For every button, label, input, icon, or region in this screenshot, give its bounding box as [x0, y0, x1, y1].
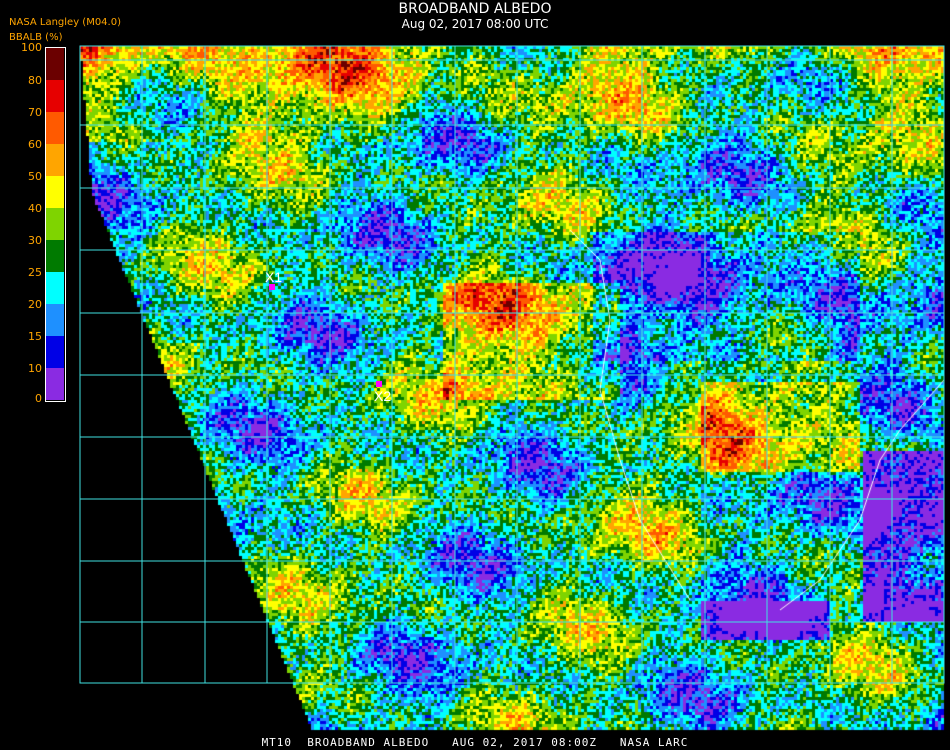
marker-x1-label: X1	[265, 269, 282, 285]
map-overlay: X1 X2	[79, 45, 945, 684]
colorbar-tick: 100	[21, 41, 42, 54]
source-label: NASA Langley (M04.0)	[9, 17, 121, 28]
colorbar-tick: 40	[28, 202, 42, 215]
lat-lon-grid	[79, 45, 945, 684]
colorbar-tick: 30	[28, 234, 42, 247]
colorbar-tick: 70	[28, 106, 42, 119]
colorbar-tick: 60	[28, 138, 42, 151]
grid-frame	[79, 45, 945, 684]
colorbar-frame	[45, 47, 66, 402]
colorbar-tick: 20	[28, 298, 42, 311]
marker-x2-dot	[376, 381, 382, 387]
marker-x2[interactable]: X2	[374, 381, 391, 404]
map-timestamp: Aug 02, 2017 08:00 UTC	[401, 17, 549, 31]
colorbar-tick: 80	[28, 74, 42, 87]
footer-caption: MT10 BROADBAND ALBEDO AUG 02, 2017 08:00…	[261, 736, 689, 749]
marker-x2-label: X2	[374, 388, 391, 404]
colorbar-tick: 15	[28, 330, 42, 343]
colorbar-tick: 10	[28, 362, 42, 375]
map-title: BROADBAND ALBEDO	[398, 1, 552, 17]
colorbar-tick: 50	[28, 170, 42, 183]
colorbar-tick: 0	[35, 392, 42, 405]
marker-x1[interactable]: X1	[265, 269, 282, 290]
colorbar-tick: 25	[28, 266, 42, 279]
